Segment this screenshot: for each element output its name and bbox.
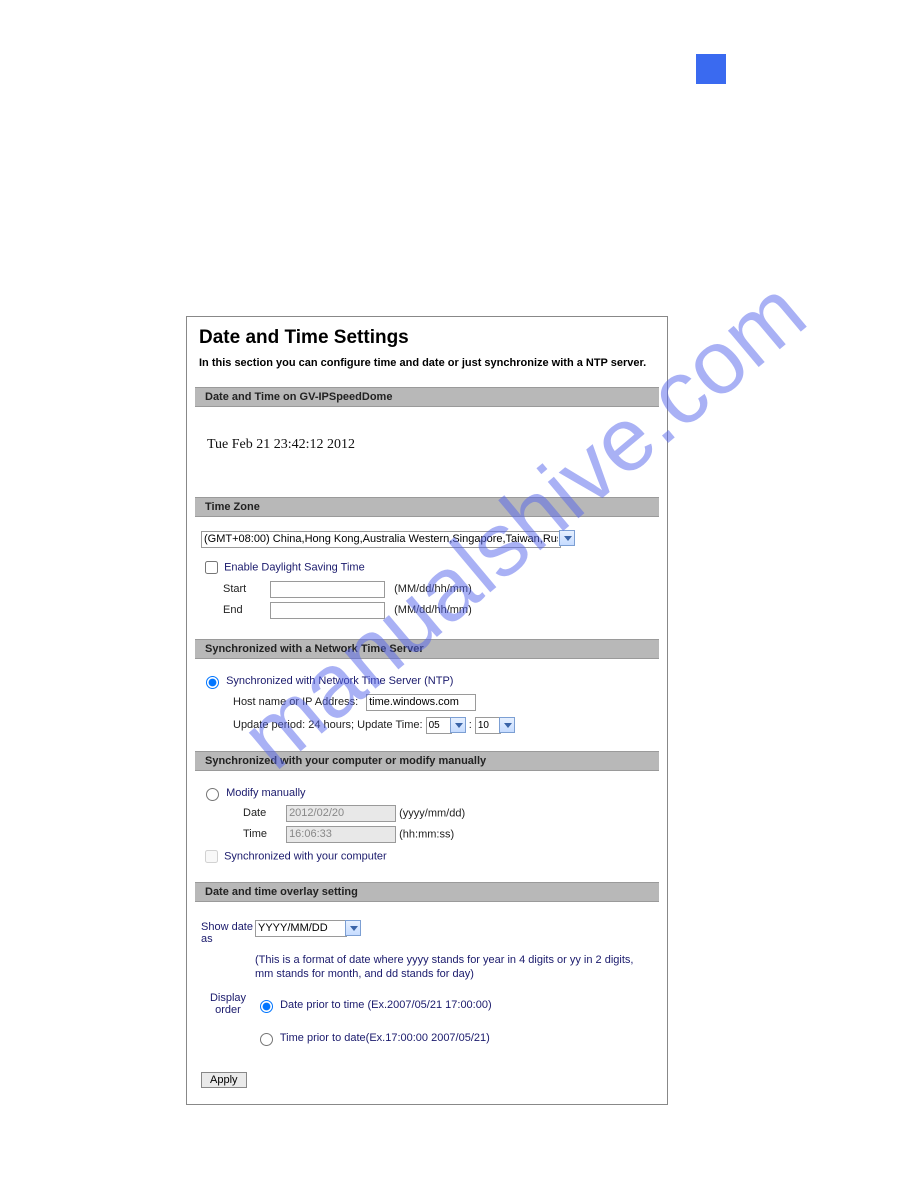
ntp-radio[interactable] (206, 676, 219, 689)
manual-date-hint: (yyyy/mm/dd) (399, 807, 465, 819)
show-date-label: Show date as (201, 920, 255, 945)
ntp-radio-label: Synchronized with Network Time Server (N… (226, 674, 453, 686)
time-prior-radio[interactable] (260, 1033, 273, 1046)
chevron-down-icon[interactable] (450, 717, 466, 733)
manual-radio[interactable] (206, 788, 219, 801)
date-prior-radio[interactable] (260, 1000, 273, 1013)
ntp-hour-select[interactable] (426, 717, 452, 734)
manual-time-label: Time (243, 828, 283, 840)
settings-panel: Date and Time Settings In this section y… (186, 316, 668, 1105)
section-header-current: Date and Time on GV-IPSpeedDome (195, 387, 659, 407)
time-prior-label: Time prior to date(Ex.17:00:00 2007/05/2… (280, 1032, 490, 1044)
dst-start-input[interactable] (270, 581, 385, 598)
ntp-minute-select[interactable] (475, 717, 501, 734)
dst-end-label: End (223, 604, 267, 616)
sync-computer-checkbox[interactable] (205, 850, 218, 863)
date-prior-label: Date prior to time (Ex.2007/05/21 17:00:… (280, 999, 492, 1011)
dst-end-hint: (MM/dd/hh/mm) (394, 604, 472, 616)
time-colon: : (469, 719, 472, 731)
enable-dst-label: Enable Daylight Saving Time (224, 561, 365, 573)
dst-end-input[interactable] (270, 602, 385, 619)
chevron-down-icon[interactable] (499, 717, 515, 733)
format-hint: (This is a format of date where yyyy sta… (195, 947, 659, 991)
dst-start-hint: (MM/dd/hh/mm) (394, 583, 472, 595)
section-header-manual: Synchronized with your computer or modif… (195, 751, 659, 771)
section-header-ntp: Synchronized with a Network Time Server (195, 639, 659, 659)
section-header-timezone: Time Zone (195, 497, 659, 517)
sync-computer-label: Synchronized with your computer (224, 850, 387, 862)
chevron-down-icon[interactable] (345, 920, 361, 936)
manual-date-label: Date (243, 807, 283, 819)
manual-date-input[interactable] (286, 805, 396, 822)
enable-dst-checkbox[interactable] (205, 561, 218, 574)
apply-button[interactable]: Apply (201, 1072, 247, 1088)
display-order-label: Display order (201, 992, 255, 1058)
manual-time-hint: (hh:mm:ss) (399, 828, 454, 840)
intro-text: In this section you can configure time a… (195, 355, 659, 383)
page-title: Date and Time Settings (195, 323, 659, 355)
manual-radio-label: Modify manually (226, 786, 305, 798)
ntp-update-label: Update period: 24 hours; Update Time: (233, 719, 423, 731)
decorative-square (696, 54, 726, 84)
date-format-select[interactable] (255, 920, 347, 937)
manual-time-input[interactable] (286, 826, 396, 843)
current-datetime: Tue Feb 21 23:42:12 2012 (195, 419, 659, 493)
ntp-host-input[interactable] (366, 694, 476, 711)
ntp-host-label: Host name or IP Address: (233, 696, 363, 708)
timezone-select[interactable] (201, 531, 561, 548)
section-header-overlay: Date and time overlay setting (195, 882, 659, 902)
chevron-down-icon[interactable] (559, 530, 575, 546)
dst-start-label: Start (223, 583, 267, 595)
